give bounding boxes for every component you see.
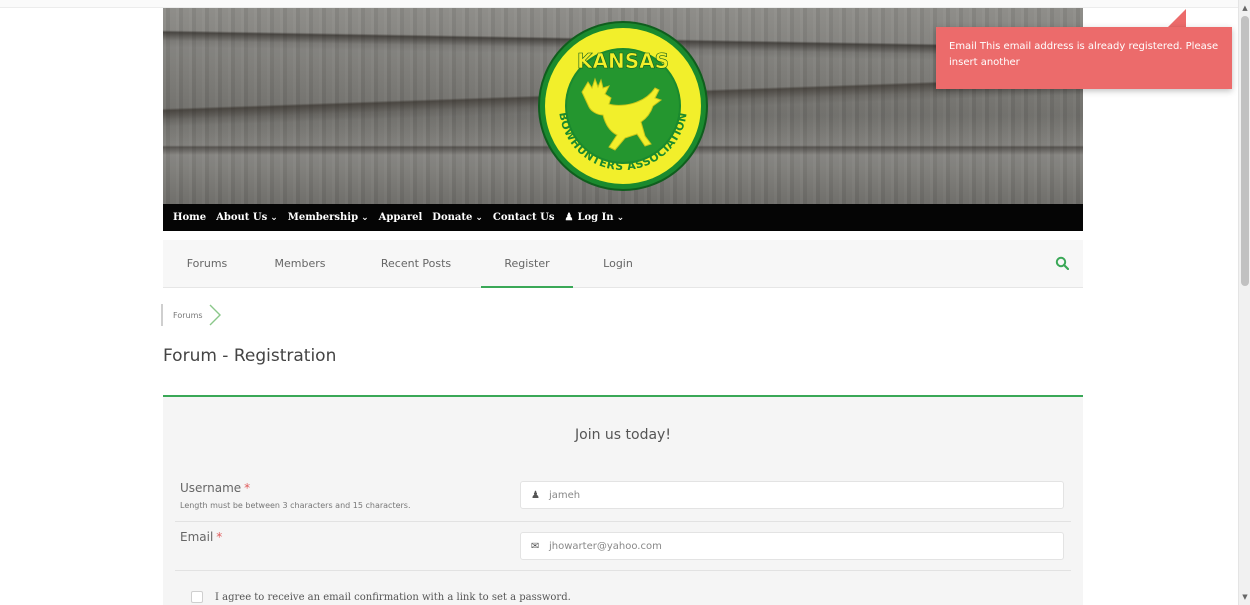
error-toast[interactable]: Email This email address is already regi… — [936, 27, 1232, 89]
username-label: Username * — [180, 481, 250, 495]
username-value: jameh — [549, 489, 581, 501]
search-icon[interactable] — [1055, 256, 1069, 270]
nav-contact-us-label: Contact Us — [492, 212, 555, 223]
tab-forums-label: Forums — [186, 257, 228, 270]
nav-membership[interactable]: Membership ⌄ — [288, 212, 369, 223]
email-row: Email * ✉ jhowarter@yahoo.com — [175, 523, 1071, 571]
email-label-text: Email — [180, 530, 214, 544]
tab-login[interactable]: Login — [583, 240, 653, 288]
nav-about-us[interactable]: About Us ⌄ — [216, 212, 278, 223]
chevron-down-icon: ⌄ — [270, 212, 278, 223]
nav-apparel[interactable]: Apparel — [379, 212, 423, 223]
tab-register[interactable]: Register — [481, 240, 573, 288]
error-toast-message: Email This email address is already regi… — [949, 41, 1219, 68]
page-scrollbar[interactable]: ▲ ▼ — [1238, 0, 1250, 605]
scroll-up-icon[interactable]: ▲ — [1239, 2, 1250, 14]
tab-recent-posts-label: Recent Posts — [380, 257, 452, 270]
envelope-icon: ✉ — [531, 540, 540, 552]
chevron-down-icon: ⌄ — [616, 212, 625, 223]
email-input[interactable]: ✉ jhowarter@yahoo.com — [520, 532, 1064, 560]
page-title: Forum - Registration — [163, 346, 337, 366]
tab-login-label: Login — [603, 257, 633, 270]
username-hint: Length must be between 3 characters and … — [180, 501, 411, 510]
agree-label[interactable]: I agree to receive an email confirmation… — [215, 592, 571, 603]
tab-members[interactable]: Members — [259, 240, 341, 288]
registration-panel: Join us today! Username * Length must be … — [163, 395, 1083, 605]
agree-option: I agree to receive an email confirmation… — [191, 591, 571, 603]
nav-contact-us[interactable]: Contact Us — [493, 212, 555, 223]
breadcrumb-forums[interactable]: Forums — [173, 311, 203, 320]
user-icon: ♟ — [531, 489, 540, 501]
main-navigation: Home About Us ⌄ Membership ⌄ Apparel Donat… — [163, 204, 1083, 231]
user-icon: ♟ — [564, 212, 574, 223]
chevron-down-icon: ⌄ — [361, 212, 369, 223]
chevron-right-icon — [209, 304, 221, 326]
username-input[interactable]: ♟ jameh — [520, 481, 1064, 509]
registration-heading: Join us today! — [575, 427, 671, 443]
nav-about-us-label: About Us — [216, 212, 268, 223]
tab-register-label: Register — [504, 257, 550, 270]
forum-navigation: Forums Members Recent Posts Register Log… — [163, 240, 1083, 288]
scroll-down-icon[interactable]: ▼ — [1239, 591, 1250, 603]
scroll-thumb[interactable] — [1241, 16, 1249, 286]
nav-log-in[interactable]: ♟ Log In ⌄ — [564, 212, 624, 223]
required-marker: * — [244, 481, 251, 495]
kba-logo[interactable]: KANSAS BOWHUNTERS ASSOCIATION — [537, 20, 709, 192]
nav-home[interactable]: Home — [173, 212, 206, 223]
chevron-down-icon: ⌄ — [475, 212, 483, 223]
nav-home-label: Home — [173, 212, 207, 223]
browser-top-edge — [0, 0, 1238, 8]
nav-donate[interactable]: Donate ⌄ — [432, 212, 483, 223]
username-label-text: Username — [180, 481, 242, 495]
nav-log-in-label: Log In — [577, 212, 614, 223]
breadcrumb-divider — [161, 304, 163, 326]
tab-members-label: Members — [274, 257, 326, 270]
toast-pointer — [1167, 9, 1186, 28]
logo-title: KANSAS — [577, 49, 669, 73]
username-row: Username * Length must be between 3 chara… — [175, 472, 1071, 522]
agree-checkbox[interactable] — [191, 591, 203, 603]
nav-donate-label: Donate — [432, 212, 473, 223]
email-label: Email * — [180, 530, 222, 544]
breadcrumb: Forums — [161, 303, 221, 327]
tab-recent-posts[interactable]: Recent Posts — [361, 240, 471, 288]
nav-apparel-label: Apparel — [378, 212, 423, 223]
required-marker: * — [216, 530, 223, 544]
nav-membership-label: Membership — [287, 212, 359, 223]
email-value: jhowarter@yahoo.com — [549, 540, 662, 552]
tab-forums[interactable]: Forums — [171, 240, 243, 288]
